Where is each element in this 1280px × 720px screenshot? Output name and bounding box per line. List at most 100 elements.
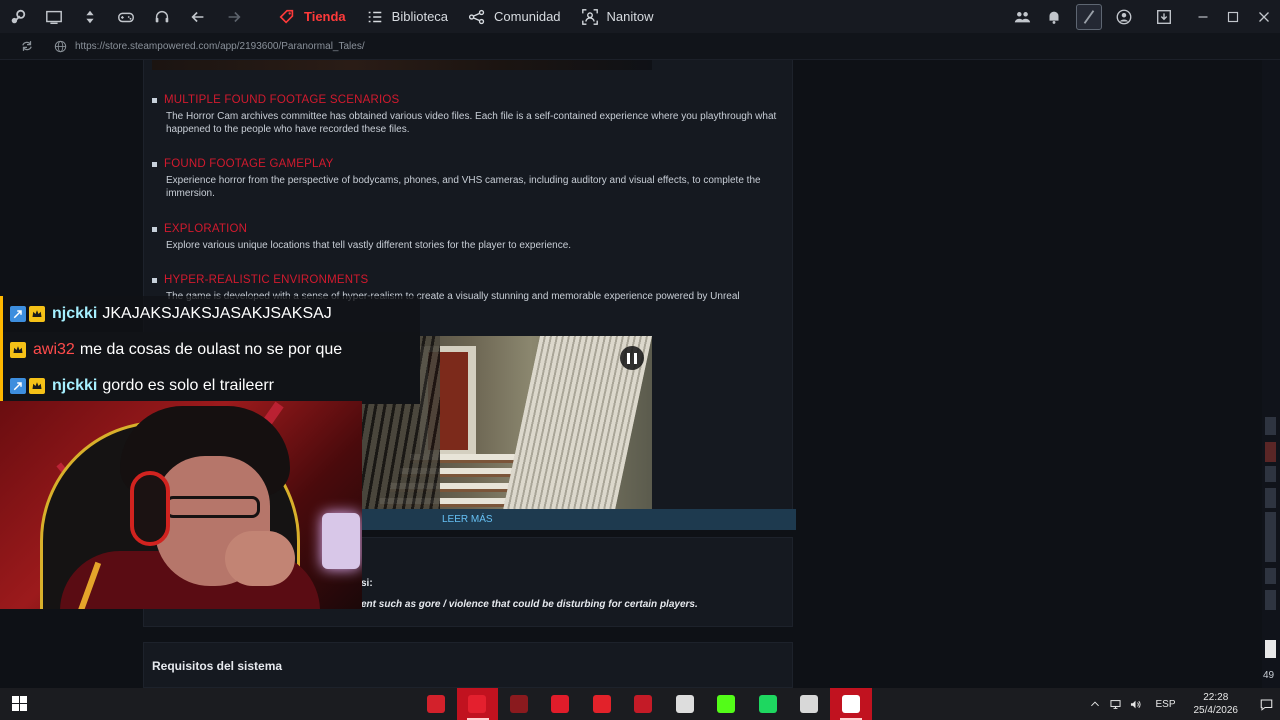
taskbar-apps xyxy=(415,688,872,720)
downloads-icon[interactable] xyxy=(1140,0,1188,33)
chevron-up-icon[interactable] xyxy=(1085,688,1105,720)
back-arrow-icon[interactable] xyxy=(180,0,216,33)
clock-time: 22:28 xyxy=(1203,692,1229,703)
rocket-app-taskbar-button[interactable] xyxy=(789,688,831,720)
opera-gx-icon xyxy=(468,695,487,713)
minimize-icon[interactable] xyxy=(1188,0,1218,33)
sort-arrows-icon[interactable] xyxy=(72,0,108,33)
crown-badge-icon xyxy=(29,306,45,322)
opera-gx-taskbar-button[interactable] xyxy=(456,688,498,720)
scroll-thumb-selected[interactable] xyxy=(1265,442,1276,462)
feature-title: MULTIPLE FOUND FOOTAGE SCENARIOS xyxy=(152,94,782,106)
amd-icon xyxy=(509,695,528,713)
chat-text: me da cosas de oulast no se por que xyxy=(79,341,343,358)
system-tray: ESP 22:28 25/4/2026 xyxy=(1085,688,1280,720)
video-app-taskbar-button[interactable] xyxy=(623,688,665,720)
scroll-thumb[interactable] xyxy=(1265,466,1276,482)
tab-profile[interactable]: Nanitow xyxy=(571,0,664,33)
kick-taskbar-button[interactable] xyxy=(706,688,748,720)
chat-message: njckki JKAJAKSJAKSJASAKJSAKSAJ xyxy=(0,296,420,332)
amd-taskbar-button[interactable] xyxy=(498,688,540,720)
notification-app-taskbar-button[interactable] xyxy=(581,688,623,720)
feature-description: Explore various unique locations that te… xyxy=(166,240,572,251)
game-app-taskbar-button[interactable] xyxy=(415,688,457,720)
chat-message: awi32 me da cosas de oulast no se por qu… xyxy=(0,332,420,368)
tab-community[interactable]: Comunidad xyxy=(458,0,571,33)
glasses xyxy=(165,496,260,518)
steam-taskbar-button[interactable] xyxy=(830,688,872,720)
forward-arrow-icon[interactable] xyxy=(216,0,252,33)
system-requirements-title: Requisitos del sistema xyxy=(152,659,283,673)
microphone-icon xyxy=(322,513,360,569)
scroll-thumb[interactable] xyxy=(1265,590,1276,610)
pause-icon xyxy=(634,352,637,364)
chat-text: JKAJAKSJAKSJASAKJSAKSAJ xyxy=(102,305,332,322)
network-icon[interactable] xyxy=(1105,688,1125,720)
close-icon[interactable] xyxy=(1248,0,1280,33)
big-picture-icon[interactable] xyxy=(36,0,72,33)
windows-taskbar: ESP 22:28 25/4/2026 xyxy=(0,688,1280,720)
action-center-icon[interactable] xyxy=(1252,688,1280,720)
checkmark-app-taskbar-button[interactable] xyxy=(540,688,582,720)
webcam-overlay xyxy=(0,401,362,609)
speedometer-taskbar-button[interactable] xyxy=(664,688,706,720)
video-app-icon xyxy=(634,695,653,713)
steam-top-bar: Tienda Biblioteca Comunidad Nanitow xyxy=(0,0,1280,33)
headphones-icon xyxy=(130,471,170,546)
scroll-thumb[interactable] xyxy=(1265,417,1276,435)
notice-line: ent such as gore / violence that could b… xyxy=(361,599,698,610)
steam-logo-icon[interactable] xyxy=(0,0,36,33)
scroll-thumb[interactable] xyxy=(1265,512,1276,562)
crown-badge-icon xyxy=(29,378,45,394)
friends-icon[interactable] xyxy=(1006,0,1038,33)
game-app-icon xyxy=(426,695,445,713)
volume-icon[interactable] xyxy=(1125,688,1145,720)
spotify-taskbar-button[interactable] xyxy=(747,688,789,720)
scroll-counter: 49 xyxy=(1263,670,1275,681)
arrow-badge-icon xyxy=(10,378,26,394)
scroll-thumb[interactable] xyxy=(1265,568,1276,584)
language-indicator[interactable]: ESP xyxy=(1155,699,1175,710)
topbar-right-controls xyxy=(1006,0,1280,33)
tab-store-label: Tienda xyxy=(304,9,346,24)
feature-item: EXPLORATION Explore various unique locat… xyxy=(152,223,782,252)
chat-username: njckki xyxy=(52,305,98,322)
account-icon[interactable] xyxy=(1108,0,1140,33)
library-icon xyxy=(368,11,381,22)
feature-item: MULTIPLE FOUND FOOTAGE SCENARIOS The Hor… xyxy=(152,94,782,136)
right-scrollbar[interactable]: 49 xyxy=(1262,60,1280,688)
tab-store[interactable]: Tienda xyxy=(268,0,356,33)
notice-line: si: xyxy=(361,578,373,589)
headset-icon[interactable] xyxy=(144,0,180,33)
feature-item: FOUND FOOTAGE GAMEPLAY Experience horror… xyxy=(152,158,782,200)
tab-library[interactable]: Biblioteca xyxy=(356,0,458,33)
clock-date: 25/4/2026 xyxy=(1193,705,1239,716)
pause-button[interactable] xyxy=(620,346,644,370)
maximize-icon[interactable] xyxy=(1218,0,1248,33)
screen: Tienda Biblioteca Comunidad Nanitow http… xyxy=(0,0,1280,720)
windows-start-icon[interactable] xyxy=(12,696,27,711)
tab-library-label: Biblioteca xyxy=(391,9,449,24)
controller-icon[interactable] xyxy=(108,0,144,33)
profile-icon xyxy=(581,8,598,25)
chat-accent-bar xyxy=(0,332,3,368)
tab-profile-label: Nanitow xyxy=(606,9,654,24)
taskbar-clock[interactable]: 22:28 25/4/2026 xyxy=(1194,691,1239,717)
checkmark-app-icon xyxy=(551,695,570,713)
community-icon xyxy=(468,9,485,24)
spotify-icon xyxy=(758,695,777,713)
windows-tile xyxy=(12,696,19,703)
notification-bell-icon[interactable] xyxy=(1038,0,1070,33)
refresh-icon[interactable] xyxy=(20,39,34,53)
arrow-badge-icon xyxy=(10,306,26,322)
url-text[interactable]: https://store.steampowered.com/app/21936… xyxy=(75,41,365,52)
feature-title: FOUND FOOTAGE GAMEPLAY xyxy=(152,158,782,170)
stream-chat-overlay: njckki JKAJAKSJAKSJASAKJSAKSAJ awi32 me … xyxy=(0,296,420,404)
crown-badge-icon xyxy=(10,342,26,358)
feature-description: The Horror Cam archives committee has ob… xyxy=(166,111,777,135)
system-requirements-panel: Requisitos del sistema xyxy=(143,642,793,688)
avatar[interactable] xyxy=(1076,3,1102,30)
scroll-thumb[interactable] xyxy=(1265,488,1276,508)
rocket-app-icon xyxy=(800,695,819,713)
globe-icon xyxy=(54,40,67,52)
